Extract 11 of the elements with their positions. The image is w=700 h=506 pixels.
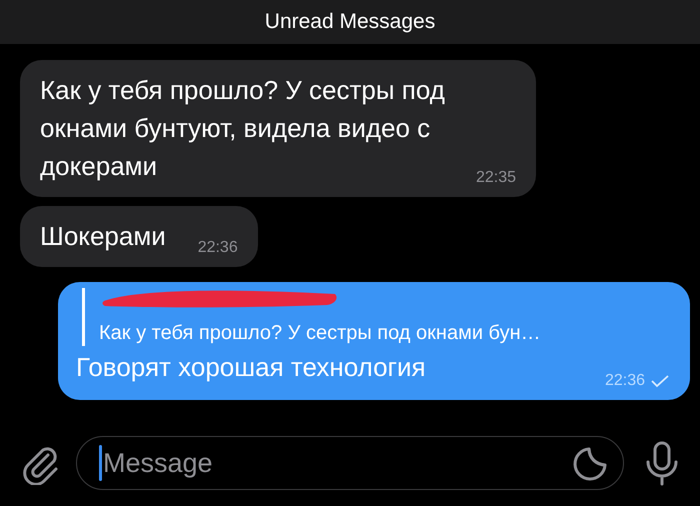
message-time: 22:35 bbox=[476, 169, 516, 187]
message-text: Как у тебя прошло? У сестры под окнами бунтуют, видела видео с докерами bbox=[40, 75, 445, 181]
text-cursor bbox=[99, 445, 102, 481]
message-input-field[interactable]: Message bbox=[103, 448, 571, 478]
message-time: 22:36 bbox=[198, 239, 238, 257]
header-title: Unread Messages bbox=[264, 10, 436, 34]
message-time: 22:36 bbox=[604, 372, 645, 390]
message-field[interactable]: Message bbox=[76, 436, 624, 490]
quoted-text: Как у тебя прошло? У сестры под окнами бун… bbox=[99, 321, 542, 346]
message-text: Говорят хорошая технология bbox=[76, 352, 426, 382]
message-text: Шокерами bbox=[40, 221, 166, 251]
